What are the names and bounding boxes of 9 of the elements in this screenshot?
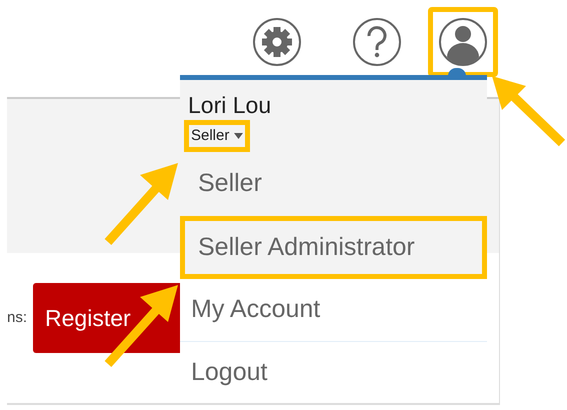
- user-name: Lori Lou: [188, 92, 272, 120]
- role-selector[interactable]: Seller: [184, 120, 250, 152]
- menu-item[interactable]: Seller Administrator: [180, 216, 487, 280]
- settings-icon: [252, 17, 302, 67]
- menu-item[interactable]: Seller: [180, 152, 487, 216]
- profile-icon: [438, 17, 488, 67]
- help-icon: [352, 17, 402, 67]
- caret-icon: [234, 132, 243, 139]
- field-label: ns:: [7, 308, 28, 328]
